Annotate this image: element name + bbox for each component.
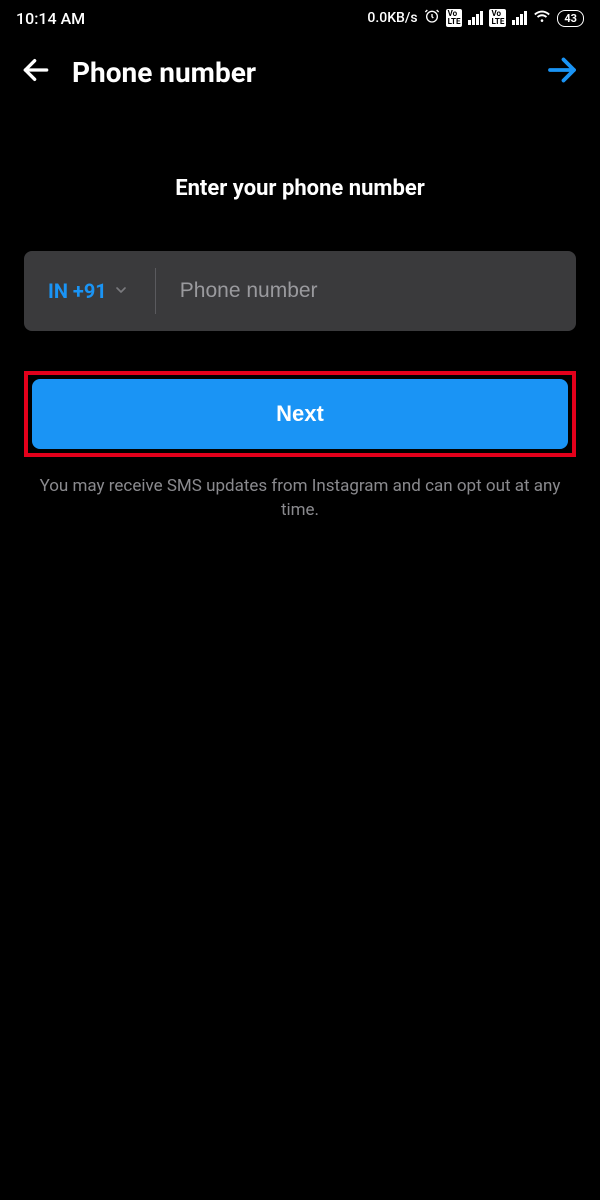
signal-icon-1 — [468, 11, 483, 25]
wifi-icon — [533, 7, 551, 29]
status-right: 0.0KB/s VoLTE VoLTE 43 — [367, 7, 584, 29]
header: Phone number — [0, 36, 600, 108]
alarm-icon — [424, 8, 440, 28]
data-rate: 0.0KB/s — [367, 10, 417, 26]
country-code-selector[interactable]: IN +91 — [24, 279, 147, 303]
volte-icon-2: VoLTE — [489, 9, 506, 27]
country-code-label: IN +91 — [48, 279, 107, 303]
phone-input-row: IN +91 — [24, 251, 576, 331]
forward-arrow-icon[interactable] — [544, 52, 580, 92]
sms-disclaimer: You may receive SMS updates from Instagr… — [24, 475, 576, 523]
input-divider — [155, 268, 156, 314]
subtitle: Enter your phone number — [24, 176, 576, 201]
content: Enter your phone number IN +91 Next You … — [0, 176, 600, 523]
battery-icon: 43 — [557, 10, 584, 27]
page-title: Phone number — [72, 56, 256, 89]
volte-icon-1: VoLTE — [446, 9, 463, 27]
status-bar: 10:14 AM 0.0KB/s VoLTE VoLTE 43 — [0, 0, 600, 36]
next-button-highlight: Next — [24, 371, 576, 457]
status-time: 10:14 AM — [16, 9, 85, 28]
back-arrow-icon[interactable] — [20, 54, 52, 90]
phone-number-field[interactable] — [164, 279, 576, 303]
next-button[interactable]: Next — [32, 379, 568, 449]
chevron-down-icon — [113, 279, 129, 303]
signal-icon-2 — [512, 11, 527, 25]
